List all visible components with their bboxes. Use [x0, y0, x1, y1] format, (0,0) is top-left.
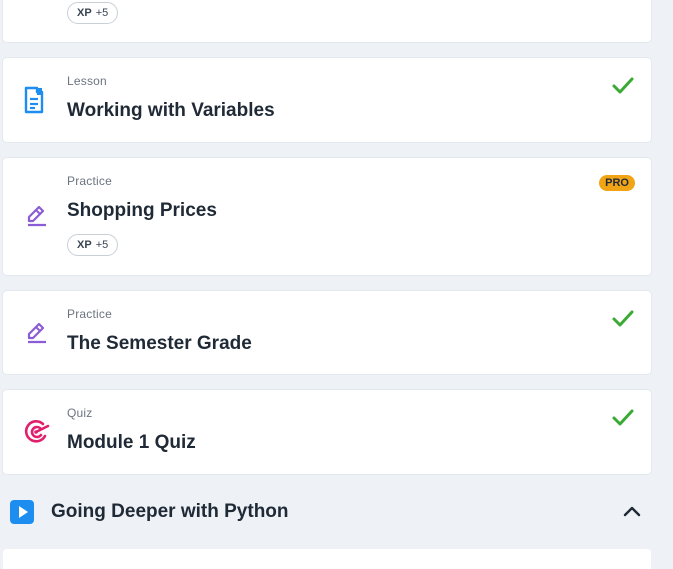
- content-card-next[interactable]: [3, 549, 651, 569]
- item-title: Shopping Prices: [67, 200, 217, 221]
- item-kind: Quiz: [67, 406, 93, 420]
- item-title: The Semester Grade: [67, 333, 252, 354]
- play-icon: [10, 500, 34, 524]
- xp-label: XP: [77, 7, 92, 19]
- content-card-practice-pro[interactable]: Practice Shopping Prices PRO XP +5: [3, 158, 651, 275]
- target-icon: [23, 418, 51, 446]
- pencil-icon: [23, 319, 51, 347]
- check-icon: [612, 310, 634, 327]
- check-icon: [612, 77, 634, 94]
- xp-badge: XP +5: [67, 234, 119, 256]
- pro-badge: PRO: [599, 175, 635, 191]
- section-header[interactable]: Going Deeper with Python: [0, 490, 673, 534]
- xp-value: +5: [95, 239, 109, 251]
- item-title: Working with Variables: [67, 100, 275, 121]
- xp-badge: XP +5: [67, 2, 119, 24]
- content-card-practice[interactable]: Practice The Semester Grade: [3, 291, 651, 374]
- item-kind: Practice: [67, 174, 112, 188]
- xp-value: +5: [95, 7, 109, 19]
- document-icon: [21, 86, 49, 114]
- content-card-quiz[interactable]: Quiz Module 1 Quiz: [3, 390, 651, 474]
- chevron-up-icon[interactable]: [620, 500, 644, 524]
- xp-label: XP: [77, 239, 92, 251]
- item-kind: Lesson: [67, 74, 107, 88]
- content-card-previous[interactable]: XP +5: [3, 0, 651, 42]
- section-title: Going Deeper with Python: [51, 501, 289, 522]
- content-card-lesson[interactable]: Lesson Working with Variables: [3, 58, 651, 142]
- check-icon: [612, 409, 634, 426]
- item-title: Module 1 Quiz: [67, 432, 196, 453]
- item-kind: Practice: [67, 307, 112, 321]
- pencil-icon: [23, 202, 51, 230]
